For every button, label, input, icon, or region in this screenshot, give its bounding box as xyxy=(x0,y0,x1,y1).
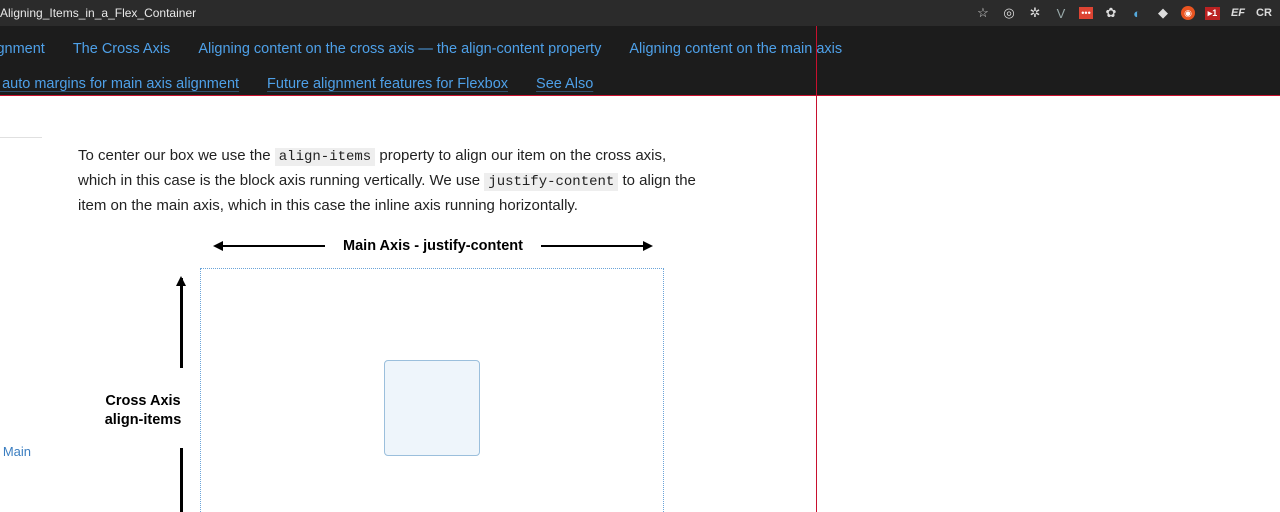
star-icon[interactable]: ☆ xyxy=(975,5,991,21)
arrow-down-icon xyxy=(180,448,183,512)
gear-icon[interactable]: ✿ xyxy=(1103,5,1119,21)
nav-link-auto-margins[interactable]: g auto margins for main axis alignment xyxy=(0,74,239,96)
nav-link-future[interactable]: Future alignment features for Flexbox xyxy=(267,74,508,96)
flex-item-box xyxy=(384,360,480,456)
red-box-icon[interactable]: ••• xyxy=(1079,7,1093,19)
ruler-horizontal xyxy=(0,95,1280,96)
cross-axis-line2: align-items xyxy=(88,411,198,430)
sidebar-fragment-link[interactable]: e Main xyxy=(0,444,31,459)
intro-paragraph: To center our box we use the align-items… xyxy=(78,144,698,219)
arrow-left-icon xyxy=(215,245,325,247)
url-fragment: Aligning_Items_in_a_Flex_Container xyxy=(0,6,196,20)
arrow-up-icon xyxy=(180,278,183,368)
target-icon[interactable]: ◎ xyxy=(1001,5,1017,21)
vue-icon[interactable]: V xyxy=(1053,5,1069,21)
nav-link-align-content[interactable]: Aligning content on the cross axis — the… xyxy=(198,39,601,61)
text-segment: To center our box we use the xyxy=(78,147,275,164)
nav-link-main-axis[interactable]: Aligning content on the main axis xyxy=(629,39,842,61)
atom-icon[interactable]: ✲ xyxy=(1027,5,1043,21)
one-icon[interactable]: ▸1 xyxy=(1205,7,1220,20)
cross-axis-line1: Cross Axis xyxy=(88,392,198,411)
ubuntu-icon[interactable]: ◉ xyxy=(1181,6,1195,20)
browser-toolbar: Aligning_Items_in_a_Flex_Container ☆ ◎ ✲… xyxy=(0,0,1280,26)
sidebar-fragment-top xyxy=(0,114,42,138)
code-justify-content: justify-content xyxy=(484,173,618,191)
arrow-right-icon xyxy=(541,245,651,247)
nav-link-see-also[interactable]: See Also xyxy=(536,74,593,96)
article-content: e Main To center our box we use the alig… xyxy=(0,114,1280,512)
o-icon[interactable]: ◐ xyxy=(1129,5,1145,21)
tag-icon[interactable]: ◆ xyxy=(1155,5,1171,21)
main-axis-row: Main Axis - justify-content xyxy=(198,238,668,254)
extension-icons: ☆ ◎ ✲ V ••• ✿ ◐ ◆ ◉ ▸1 EF CR xyxy=(975,5,1272,21)
nav-link-cross-axis[interactable]: The Cross Axis xyxy=(73,39,171,61)
code-align-items: align-items xyxy=(275,148,375,166)
page-nav: lignment The Cross Axis Aligning content… xyxy=(0,26,1280,96)
ef-icon[interactable]: EF xyxy=(1230,5,1246,21)
nav-link-alignment[interactable]: lignment xyxy=(0,39,45,61)
main-axis-label: Main Axis - justify-content xyxy=(343,238,523,254)
cr-icon[interactable]: CR xyxy=(1256,5,1272,21)
cross-axis-label: Cross Axis align-items xyxy=(88,392,198,430)
ruler-vertical xyxy=(816,26,817,512)
